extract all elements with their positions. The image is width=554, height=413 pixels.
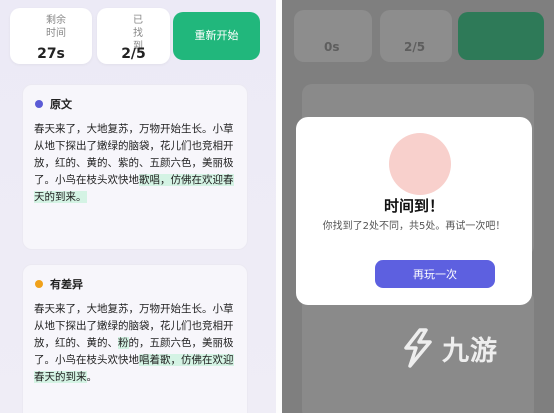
modified-text-card: 有差异 春天来了，大地复苏，万物开始生长。小草从地下探出了嫩绿的脑袋，花儿们也竞… <box>22 264 248 413</box>
dimmed-time-card: 0s <box>294 10 372 62</box>
modified-passage-segment[interactable]: 。 <box>87 371 98 383</box>
time-remaining-value: 27s <box>37 46 65 62</box>
dimmed-found-value: 2/5 <box>404 40 426 54</box>
original-card-header: 原文 <box>35 97 72 111</box>
watermark: 九游 <box>400 318 520 378</box>
time-remaining-card: 剩余时间 27s <box>10 8 92 64</box>
time-up-screen: 0s 2/5 时间到！ 你找到了2处不同，共5处。再试一次吧！ 再玩一次 九游 <box>282 0 554 413</box>
modified-card-title: 有差异 <box>50 278 83 291</box>
play-again-button[interactable]: 再玩一次 <box>375 260 495 288</box>
original-card-title: 原文 <box>50 98 72 111</box>
restart-button[interactable]: 重新开始 <box>173 12 260 60</box>
original-passage: 春天来了，大地复苏，万物开始生长。小草从地下探出了嫩绿的脑袋，花儿们也竞相开放，… <box>34 121 235 206</box>
modified-passage: 春天来了，大地复苏，万物开始生长。小草从地下探出了嫩绿的脑袋，花儿们也竞相开放，… <box>34 301 235 386</box>
result-badge-icon <box>389 133 451 195</box>
watermark-text: 九游 <box>442 335 498 367</box>
found-count-value: 2/5 <box>121 46 146 62</box>
jiuyou-logo-icon <box>404 328 432 368</box>
dialog-message: 你找到了2处不同，共5处。再试一次吧！ <box>322 221 506 232</box>
orange-dot-icon <box>35 280 43 288</box>
found-count-card: 已找到 2/5 <box>97 8 170 64</box>
dimmed-found-card: 2/5 <box>380 10 452 62</box>
found-difference-highlight[interactable]: 粉 <box>118 337 129 349</box>
game-screen: 剩余时间 27s 已找到 2/5 重新开始 原文 春天来了，大地复苏，万物开始生… <box>0 0 276 413</box>
blue-dot-icon <box>35 100 43 108</box>
dimmed-time-value: 0s <box>324 40 340 54</box>
modified-card-header: 有差异 <box>35 277 83 291</box>
time-remaining-label: 剩余时间 <box>46 15 66 39</box>
dimmed-restart-button <box>458 12 544 60</box>
original-text-card: 原文 春天来了，大地复苏，万物开始生长。小草从地下探出了嫩绿的脑袋，花儿们也竞相… <box>22 84 248 250</box>
dialog-title: 时间到！ <box>383 197 444 215</box>
time-up-dialog: 时间到！ 你找到了2处不同，共5处。再试一次吧！ 再玩一次 <box>296 117 532 305</box>
